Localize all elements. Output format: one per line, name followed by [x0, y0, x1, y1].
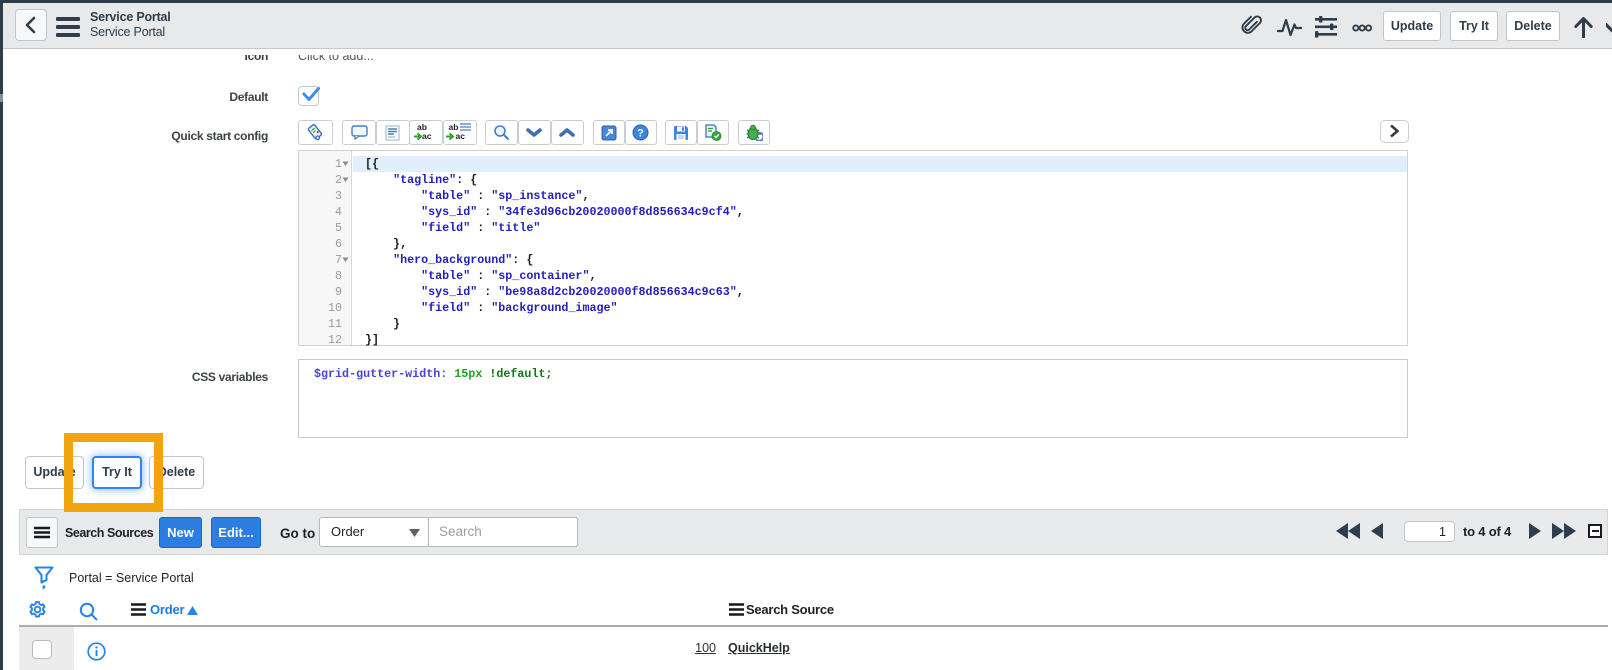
svg-text:?: ? — [637, 128, 644, 140]
